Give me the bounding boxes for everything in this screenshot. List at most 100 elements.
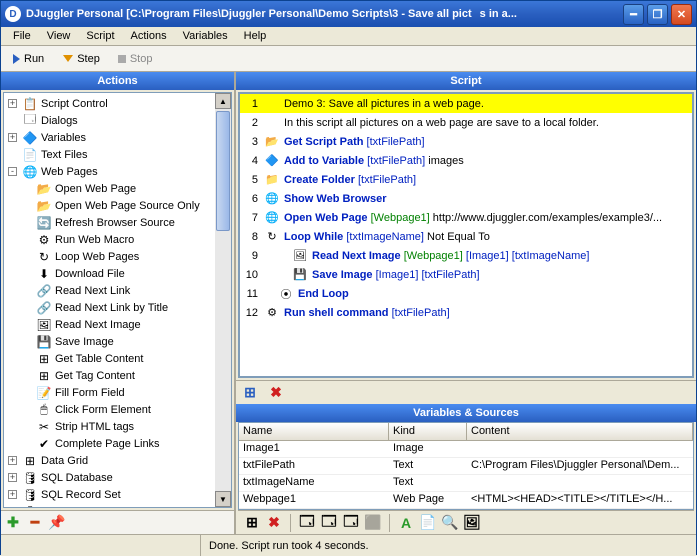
- script-line[interactable]: 9🖼Read Next Image [Webpage1] [Image1] [t…: [240, 246, 692, 265]
- window-title: DJuggler Personal [C:\Program Files\Djug…: [26, 8, 623, 20]
- col-name[interactable]: Name: [239, 423, 389, 440]
- vars-add3-icon[interactable]: 🗔: [343, 515, 359, 531]
- script-text: Create Folder [txtFilePath]: [284, 174, 416, 186]
- tree-item[interactable]: 🖱Click Form Element: [4, 401, 231, 418]
- tree-item[interactable]: +🧰Source Text Manipulation: [4, 503, 231, 508]
- expand-icon[interactable]: +: [8, 490, 17, 499]
- variable-row[interactable]: Webpage1Web Page<HTML><HEAD><TITLE></TIT…: [239, 492, 693, 509]
- grid-header: Name Kind Content: [239, 423, 693, 441]
- scroll-up-arrow[interactable]: ▲: [215, 93, 231, 109]
- tree-item[interactable]: 🖼Read Next Image: [4, 316, 231, 333]
- delete-icon[interactable]: ✖: [268, 385, 284, 401]
- col-kind[interactable]: Kind: [389, 423, 467, 440]
- script-text: Run shell command [txtFilePath]: [284, 307, 450, 319]
- script-line[interactable]: 11⦿End Loop: [240, 284, 692, 303]
- line-number: 5: [240, 174, 264, 186]
- menu-help[interactable]: Help: [236, 28, 275, 44]
- cell-kind: Text: [389, 475, 467, 491]
- minimize-button[interactable]: ━: [623, 4, 644, 25]
- tree-label: Click Form Element: [55, 404, 151, 416]
- tree-item[interactable]: +📋Script Control: [4, 95, 231, 112]
- script-line[interactable]: 1Demo 3: Save all pictures in a web page…: [240, 94, 692, 113]
- vars-image-icon[interactable]: 🖼: [464, 515, 480, 531]
- pin-icon[interactable]: 📌: [49, 515, 65, 531]
- tree-item[interactable]: 🗔Dialogs: [4, 112, 231, 129]
- vars-font-icon[interactable]: A: [398, 515, 414, 531]
- variable-row[interactable]: txtFilePathTextC:\Program Files\Djuggler…: [239, 458, 693, 475]
- expand-icon[interactable]: +: [8, 99, 17, 108]
- cell-content: C:\Program Files\Djuggler Personal\Dem..…: [467, 458, 693, 474]
- tree-item[interactable]: +🛢SQL Database: [4, 469, 231, 486]
- expand-icon[interactable]: -: [8, 167, 17, 176]
- script-line[interactable]: 8↻Loop While [txtImageName] Not Equal To: [240, 227, 692, 246]
- script-editor[interactable]: 1Demo 3: Save all pictures in a web page…: [238, 92, 694, 378]
- menu-file[interactable]: File: [5, 28, 39, 44]
- tree-label: Data Grid: [41, 455, 88, 467]
- tree-item[interactable]: ⊞Get Table Content: [4, 350, 231, 367]
- tree-item[interactable]: ⚙Run Web Macro: [4, 231, 231, 248]
- tree-item[interactable]: +⊞Data Grid: [4, 452, 231, 469]
- expand-icon: [22, 439, 31, 448]
- expand-icon[interactable]: +: [8, 133, 17, 142]
- script-line[interactable]: 3📂Get Script Path [txtFilePath]: [240, 132, 692, 151]
- tree-item[interactable]: ✂Strip HTML tags: [4, 418, 231, 435]
- vars-search-icon[interactable]: 🔍: [442, 515, 458, 531]
- script-line[interactable]: 10💾Save Image [Image1] [txtFilePath]: [240, 265, 692, 284]
- tree-item[interactable]: ⊞Get Tag Content: [4, 367, 231, 384]
- tree-item[interactable]: ✔Complete Page Links: [4, 435, 231, 452]
- tree-item[interactable]: 📂Open Web Page Source Only: [4, 197, 231, 214]
- tree-item[interactable]: ⬇Download File: [4, 265, 231, 282]
- menu-variables[interactable]: Variables: [175, 28, 236, 44]
- variable-row[interactable]: txtImageNameText: [239, 475, 693, 492]
- tree-scrollbar[interactable]: ▲ ▼: [215, 93, 231, 507]
- script-text: Read Next Image [Webpage1] [Image1] [txt…: [312, 250, 589, 262]
- vars-delete-icon[interactable]: ✖: [266, 515, 282, 531]
- script-line[interactable]: 4🔷Add to Variable [txtFilePath] images: [240, 151, 692, 170]
- menu-actions[interactable]: Actions: [123, 28, 175, 44]
- tree-item[interactable]: 📂Open Web Page: [4, 180, 231, 197]
- remove-icon[interactable]: ━: [27, 515, 43, 531]
- script-line[interactable]: 2In this script all pictures on a web pa…: [240, 113, 692, 132]
- script-line[interactable]: 5📁Create Folder [txtFilePath]: [240, 170, 692, 189]
- vars-grid-icon[interactable]: ⊞: [244, 515, 260, 531]
- menu-view[interactable]: View: [39, 28, 79, 44]
- tree-item[interactable]: -🌐Web Pages: [4, 163, 231, 180]
- tree-node-icon: 🗔: [22, 113, 38, 129]
- run-button[interactable]: Run: [7, 51, 50, 67]
- grid-icon[interactable]: ⊞: [242, 385, 258, 401]
- vars-doc-icon[interactable]: 📄: [420, 515, 436, 531]
- step-button[interactable]: Step: [56, 51, 106, 67]
- script-line[interactable]: 6🌐Show Web Browser: [240, 189, 692, 208]
- tree-item[interactable]: +🛢SQL Record Set: [4, 486, 231, 503]
- variable-row[interactable]: Image1Image: [239, 441, 693, 458]
- vars-add1-icon[interactable]: 🗔: [299, 515, 315, 531]
- menu-script[interactable]: Script: [78, 28, 122, 44]
- add-icon[interactable]: ✚: [5, 515, 21, 531]
- cell-content: <HTML><HEAD><TITLE></TITLE></H...: [467, 492, 693, 508]
- stop-button[interactable]: Stop: [112, 51, 159, 67]
- script-line[interactable]: 7🌐Open Web Page [Webpage1] http://www.dj…: [240, 208, 692, 227]
- expand-icon[interactable]: +: [8, 473, 17, 482]
- vars-add2-icon[interactable]: 🗔: [321, 515, 337, 531]
- expand-icon[interactable]: +: [8, 507, 17, 508]
- tree-item[interactable]: 📝Fill Form Field: [4, 384, 231, 401]
- scroll-down-arrow[interactable]: ▼: [215, 491, 231, 507]
- tree-item[interactable]: 📄Text Files: [4, 146, 231, 163]
- maximize-button[interactable]: ❐: [647, 4, 668, 25]
- script-line-icon: [264, 96, 280, 112]
- expand-icon[interactable]: +: [8, 456, 17, 465]
- tree-item[interactable]: 💾Save Image: [4, 333, 231, 350]
- script-line[interactable]: 12⚙Run shell command [txtFilePath]: [240, 303, 692, 322]
- actions-tree[interactable]: +📋Script Control🗔Dialogs+🔷Variables📄Text…: [3, 92, 232, 508]
- close-button[interactable]: ✕: [671, 4, 692, 25]
- col-content[interactable]: Content: [467, 423, 693, 440]
- tree-item[interactable]: 🔗Read Next Link by Title: [4, 299, 231, 316]
- variables-grid[interactable]: Name Kind Content Image1ImagetxtFilePath…: [238, 422, 694, 510]
- tree-label: Get Tag Content: [55, 370, 135, 382]
- expand-icon: [22, 184, 31, 193]
- scroll-thumb[interactable]: [216, 111, 230, 231]
- tree-item[interactable]: +🔷Variables: [4, 129, 231, 146]
- tree-item[interactable]: 🔗Read Next Link: [4, 282, 231, 299]
- tree-item[interactable]: ↻Loop Web Pages: [4, 248, 231, 265]
- tree-item[interactable]: 🔄Refresh Browser Source: [4, 214, 231, 231]
